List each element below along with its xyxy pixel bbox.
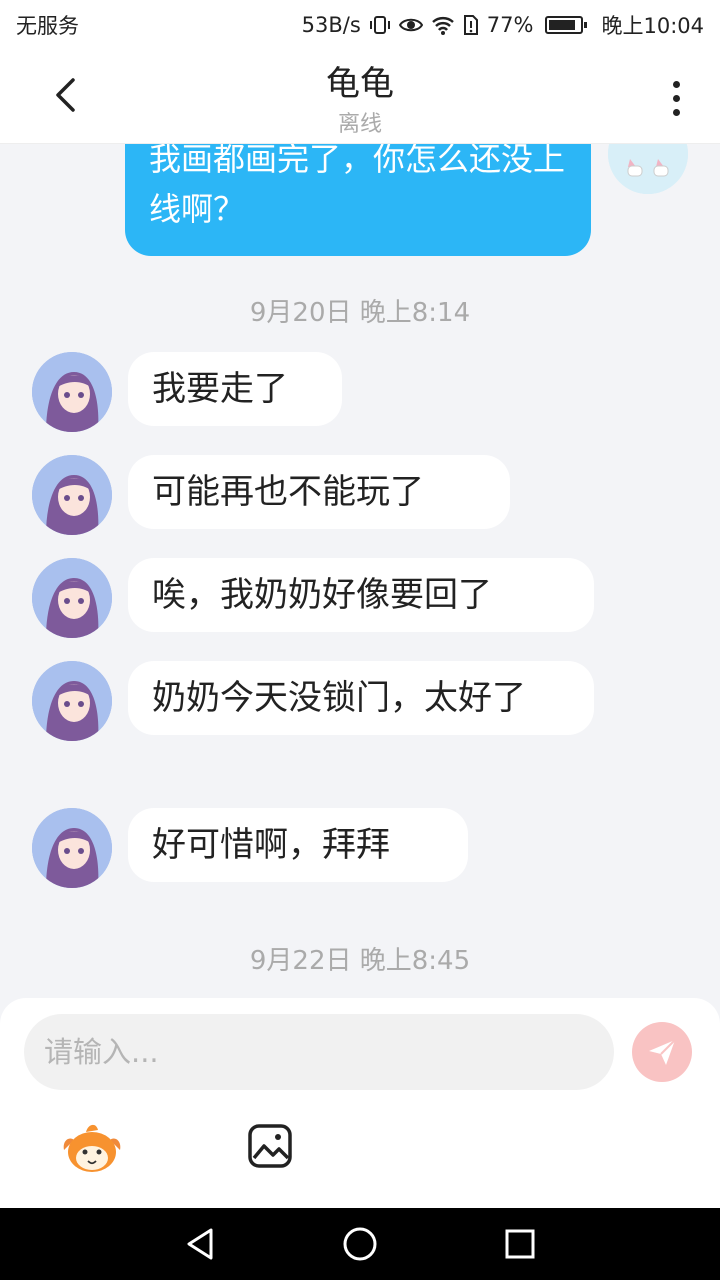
vibrate-icon — [369, 14, 391, 36]
system-recents-button[interactable] — [496, 1220, 544, 1268]
status-bar: 无服务 53B/s 77% 晚上10:04 — [0, 0, 720, 50]
wifi-icon — [431, 14, 455, 36]
status-icons: 53B/s 77% 晚上10:04 — [302, 10, 704, 40]
carrier-label: 无服务 — [16, 14, 79, 38]
send-button[interactable] — [632, 1022, 692, 1082]
incoming-message[interactable]: 可能再也不能玩了 — [128, 455, 510, 529]
eye-icon — [398, 14, 423, 36]
more-options-button[interactable] — [658, 74, 694, 122]
image-picker-button[interactable] — [246, 1122, 294, 1170]
message-list[interactable]: 我画都画完了，你怎么还没上线啊？ 9月20日 晚上8:14 我要走了 可能再也不… — [0, 144, 720, 1000]
send-icon — [649, 1039, 676, 1065]
input-panel — [0, 998, 720, 1208]
contact-avatar[interactable] — [32, 661, 112, 741]
self-avatar[interactable] — [608, 144, 688, 194]
outgoing-message[interactable]: 我画都画完了，你怎么还没上线啊？ — [125, 144, 591, 256]
chat-title: 龟龟 — [326, 64, 394, 104]
emoji-button[interactable] — [60, 1120, 124, 1176]
triangle-back-icon — [187, 1228, 213, 1260]
contact-avatar[interactable] — [32, 352, 112, 432]
message-input[interactable] — [24, 1014, 614, 1090]
battery-icon — [545, 16, 588, 34]
emoji-mascot-icon — [63, 1124, 121, 1172]
image-icon — [248, 1124, 292, 1168]
system-home-button[interactable] — [336, 1220, 384, 1268]
battery-percent: 77% — [486, 13, 534, 37]
contact-avatar[interactable] — [32, 808, 112, 888]
timestamp: 9月22日 晚上8:45 — [249, 946, 471, 976]
online-status: 离线 — [337, 112, 382, 137]
timestamp: 9月20日 晚上8:14 — [249, 298, 471, 328]
incoming-message[interactable]: 好可惜啊，拜拜 — [128, 808, 468, 882]
chat-header: 龟龟 离线 — [0, 50, 720, 144]
contact-avatar[interactable] — [32, 455, 112, 535]
incoming-message[interactable]: 唉，我奶奶好像要回了 — [128, 558, 594, 632]
incoming-message[interactable]: 我要走了 — [128, 352, 342, 426]
more-vertical-icon — [672, 80, 680, 116]
clock: 晚上10:04 — [601, 14, 704, 38]
system-back-button[interactable] — [176, 1220, 224, 1268]
square-recents-icon — [505, 1229, 535, 1259]
sim-alert-icon — [463, 14, 479, 36]
contact-avatar[interactable] — [32, 558, 112, 638]
system-nav-bar — [0, 1208, 720, 1280]
network-speed: 53B/s — [301, 13, 361, 37]
incoming-message[interactable]: 奶奶今天没锁门，太好了 — [128, 661, 594, 735]
circle-home-icon — [343, 1227, 377, 1261]
